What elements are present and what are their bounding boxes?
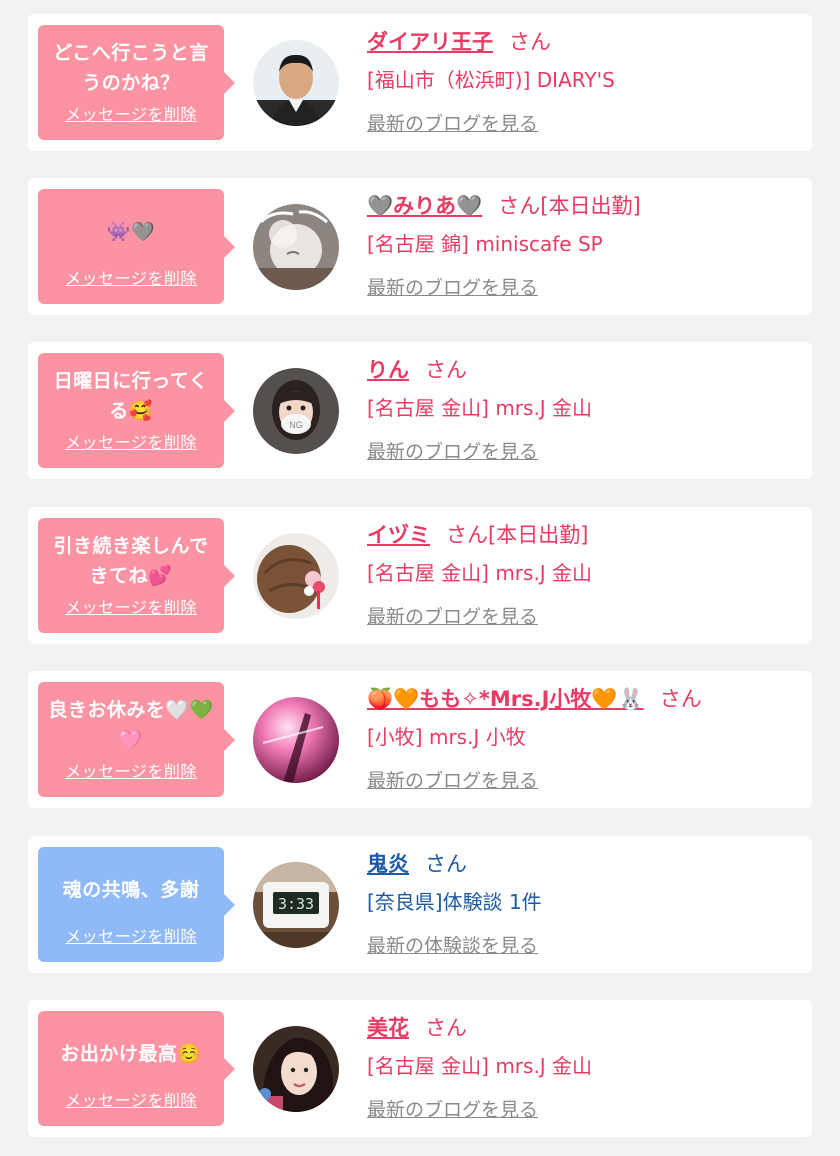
latest-link-row: 最新のブログを見る — [367, 1084, 802, 1125]
user-name-link[interactable]: ダイアリ王子 — [367, 30, 493, 54]
honorific-label: さん — [659, 687, 702, 711]
shop-label: [名古屋 錦] miniscafe SP — [367, 232, 603, 256]
latest-post-link[interactable]: 最新のブログを見る — [367, 273, 538, 303]
message-text: 日曜日に行ってくる🥰 — [53, 370, 209, 422]
honorific-label: さん — [425, 852, 467, 876]
honorific-label: さん[本日出勤] — [446, 523, 589, 547]
user-name-link[interactable]: 🍑🧡もも✧*Mrs.J小牧🧡🐰 — [367, 687, 644, 711]
message-bubble: 魂の共鳴、多謝 メッセージを削除 — [38, 847, 235, 962]
message-card: 魂の共鳴、多謝 メッセージを削除 3:33 鬼炎 さん [奈良県]体験談 1件最新の体験談… — [28, 836, 812, 973]
delete-message-link[interactable]: メッセージを削除 — [65, 927, 197, 946]
message-card: お出かけ最高☺️ メッセージを削除 美花 さん [名古屋 金山] mrs.J 金山最新の… — [28, 1000, 812, 1137]
shop-label: [名古屋 金山] mrs.J 金山 — [367, 1054, 593, 1078]
shop-label: [名古屋 金山] mrs.J 金山 — [367, 561, 593, 585]
shop-label: [名古屋 金山] mrs.J 金山 — [367, 396, 593, 420]
message-card: 日曜日に行ってくる🥰 メッセージを削除 NG りん さん [名古屋 金山] mrs.J 金… — [28, 342, 812, 479]
svg-text:3:33: 3:33 — [278, 895, 314, 913]
name-line: 美花 さん — [367, 1010, 802, 1046]
delete-message-link[interactable]: メッセージを削除 — [65, 762, 197, 781]
avatar[interactable]: 3:33 — [253, 862, 339, 948]
message-card: 👾🩶 メッセージを削除 🩶みりあ🩶 さん[本日出勤] [名古屋 錦] miniscafe… — [28, 178, 812, 315]
message-text: 良きお休みを🤍💚🩷 — [48, 699, 214, 751]
message-text: 魂の共鳴、多謝 — [62, 879, 200, 901]
message-bubble: 👾🩶 メッセージを削除 — [38, 189, 235, 304]
user-info: ダイアリ王子 さん [福山市（松浜町)] DIARY'S 最新のブログを見る — [367, 24, 802, 139]
latest-post-link[interactable]: 最新のブログを見る — [367, 109, 538, 139]
message-card: どこへ行こうと言うのかね？ メッセージを削除 ダイアリ王子 さん [福山市（松浜町)] … — [28, 14, 812, 151]
avatar[interactable]: NG — [253, 368, 339, 454]
user-info: りん さん [名古屋 金山] mrs.J 金山最新のブログを見る — [367, 352, 802, 467]
latest-link-row: 最新のブログを見る — [367, 262, 802, 303]
message-bubble: 日曜日に行ってくる🥰 メッセージを削除 — [38, 353, 235, 468]
message-text: どこへ行こうと言うのかね？ — [53, 42, 209, 94]
delete-message-link[interactable]: メッセージを削除 — [65, 269, 197, 288]
honorific-label: さん — [425, 1016, 467, 1040]
message-bubble: 引き続き楽しんできてね💕 メッセージを削除 — [38, 518, 235, 633]
shop-label: [奈良県]体験談 1件 — [367, 890, 542, 914]
latest-link-row: 最新のブログを見る — [367, 591, 802, 632]
user-info: 🩶みりあ🩶 さん[本日出勤] [名古屋 錦] miniscafe SP 最新のブログを… — [367, 188, 802, 303]
name-line: イヅミ さん[本日出勤] — [367, 517, 802, 553]
avatar[interactable] — [253, 1026, 339, 1112]
name-line: 鬼炎 さん — [367, 846, 802, 882]
shop-label: [小牧] mrs.J 小牧 — [367, 725, 526, 749]
name-line: 🍑🧡もも✧*Mrs.J小牧🧡🐰 さん — [367, 681, 802, 717]
user-name-link[interactable]: りん — [367, 358, 409, 382]
message-text: 👾🩶 — [106, 221, 156, 243]
user-info: 鬼炎 さん [奈良県]体験談 1件最新の体験談を見る — [367, 846, 802, 961]
avatar[interactable] — [253, 533, 339, 619]
avatar[interactable] — [253, 204, 339, 290]
latest-post-link[interactable]: 最新のブログを見る — [367, 1095, 538, 1125]
honorific-label: さん — [425, 358, 467, 382]
latest-link-row: 最新のブログを見る — [367, 98, 802, 139]
honorific-label: さん[本日出勤] — [498, 194, 641, 218]
user-name-link[interactable]: 鬼炎 — [367, 852, 409, 876]
latest-link-row: 最新の体験談を見る — [367, 920, 802, 961]
latest-post-link[interactable]: 最新のブログを見る — [367, 602, 538, 632]
name-line: ダイアリ王子 さん — [367, 24, 802, 60]
user-name-link[interactable]: 🩶みりあ🩶 — [367, 194, 482, 218]
name-line: 🩶みりあ🩶 さん[本日出勤] — [367, 188, 802, 224]
name-line: りん さん — [367, 352, 802, 388]
delete-message-link[interactable]: メッセージを削除 — [65, 433, 197, 452]
message-text: 引き続き楽しんできてね💕 — [53, 535, 209, 587]
svg-text:NG: NG — [289, 420, 303, 430]
user-info: イヅミ さん[本日出勤] [名古屋 金山] mrs.J 金山最新のブログを見る — [367, 517, 802, 632]
user-info: 🍑🧡もも✧*Mrs.J小牧🧡🐰 さん [小牧] mrs.J 小牧最新のブログを見る — [367, 681, 802, 796]
message-list: どこへ行こうと言うのかね？ メッセージを削除 ダイアリ王子 さん [福山市（松浜町)] … — [0, 0, 840, 1156]
latest-link-row: 最新のブログを見る — [367, 426, 802, 467]
latest-post-link[interactable]: 最新のブログを見る — [367, 437, 538, 467]
latest-post-link[interactable]: 最新の体験談を見る — [367, 931, 538, 961]
shop-label: [福山市（松浜町)] DIARY'S — [367, 68, 615, 92]
message-text: お出かけ最高☺️ — [60, 1043, 202, 1065]
user-name-link[interactable]: 美花 — [367, 1016, 409, 1040]
avatar[interactable] — [253, 40, 339, 126]
delete-message-link[interactable]: メッセージを削除 — [65, 105, 197, 124]
latest-post-link[interactable]: 最新のブログを見る — [367, 766, 538, 796]
message-bubble: お出かけ最高☺️ メッセージを削除 — [38, 1011, 235, 1126]
user-name-link[interactable]: イヅミ — [367, 523, 430, 547]
message-card: 引き続き楽しんできてね💕 メッセージを削除 イヅミ さん[本日出勤] [名古屋 金山] … — [28, 507, 812, 644]
message-card: 良きお休みを🤍💚🩷 メッセージを削除 🍑🧡もも✧*Mrs.J小牧🧡🐰 さん [小牧] m… — [28, 671, 812, 808]
message-bubble: 良きお休みを🤍💚🩷 メッセージを削除 — [38, 682, 235, 797]
honorific-label: さん — [509, 30, 551, 54]
avatar[interactable] — [253, 697, 339, 783]
delete-message-link[interactable]: メッセージを削除 — [65, 1091, 197, 1110]
delete-message-link[interactable]: メッセージを削除 — [65, 598, 197, 617]
message-bubble: どこへ行こうと言うのかね？ メッセージを削除 — [38, 25, 235, 140]
user-info: 美花 さん [名古屋 金山] mrs.J 金山最新のブログを見る — [367, 1010, 802, 1125]
latest-link-row: 最新のブログを見る — [367, 755, 802, 796]
